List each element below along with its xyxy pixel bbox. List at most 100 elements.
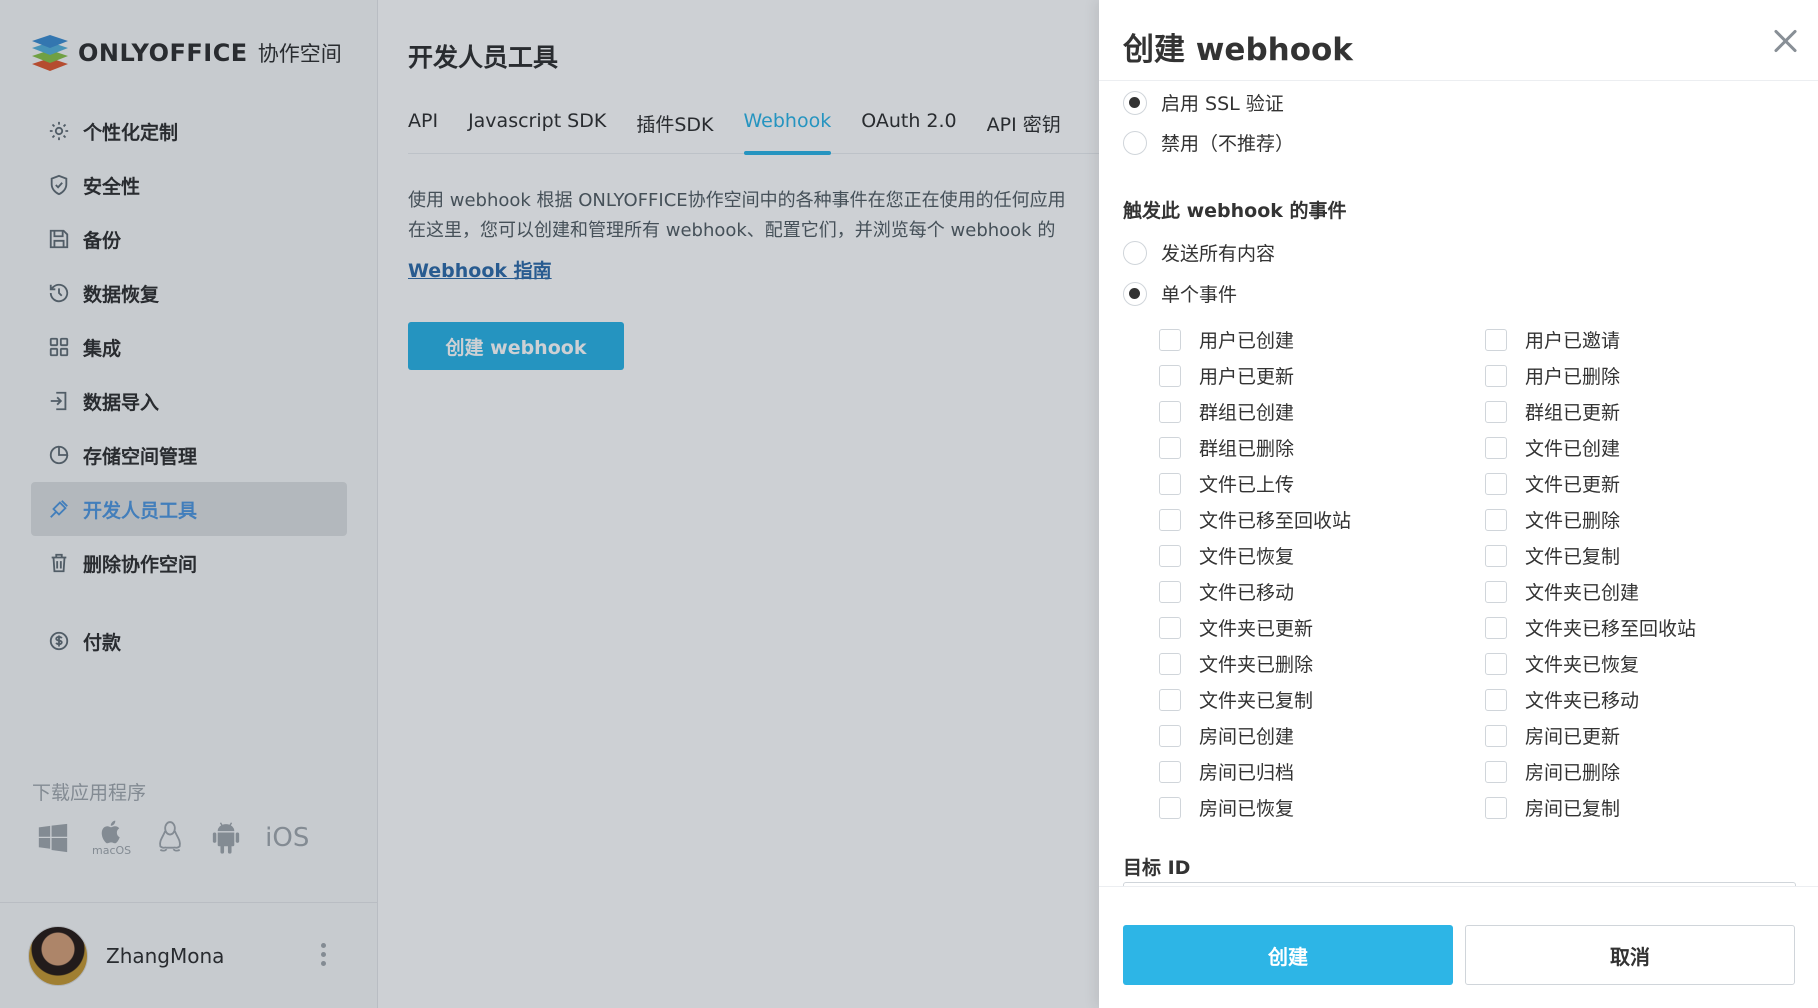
checkbox[interactable]	[1159, 364, 1181, 387]
checkbox[interactable]	[1159, 652, 1181, 675]
event-label: 文件已创建	[1525, 438, 1621, 460]
event-label: 文件夹已创建	[1525, 582, 1640, 604]
event-checkbox-item[interactable]: 文件已复制	[1485, 542, 1620, 569]
radio-button[interactable]	[1123, 281, 1147, 306]
event-checkbox-item[interactable]: 文件已更新	[1485, 470, 1620, 497]
radio-button[interactable]	[1123, 90, 1147, 115]
panel-footer: 创建 取消	[1099, 886, 1818, 1008]
checkbox[interactable]	[1159, 508, 1181, 531]
event-checkbox-item[interactable]: 文件夹已删除	[1159, 650, 1313, 677]
event-label: 房间已更新	[1525, 726, 1621, 748]
event-label: 文件夹已更新	[1199, 618, 1314, 640]
checkbox[interactable]	[1159, 796, 1181, 819]
checkbox[interactable]	[1485, 508, 1507, 531]
checkbox[interactable]	[1485, 580, 1507, 603]
checkbox[interactable]	[1159, 400, 1181, 423]
event-checkbox-item[interactable]: 用户已邀请	[1485, 326, 1620, 353]
ssl-disable-option[interactable]: 禁用（不推荐）	[1123, 129, 1294, 156]
event-checkbox-item[interactable]: 房间已删除	[1485, 758, 1620, 785]
event-checkbox-item[interactable]: 房间已创建	[1159, 722, 1294, 749]
radio-button[interactable]	[1123, 130, 1147, 155]
event-label: 房间已创建	[1199, 726, 1295, 748]
checkbox[interactable]	[1485, 760, 1507, 783]
checkbox[interactable]	[1485, 436, 1507, 459]
checkbox[interactable]	[1485, 724, 1507, 747]
checkbox[interactable]	[1485, 328, 1507, 351]
event-checkbox-item[interactable]: 文件已移至回收站	[1159, 506, 1351, 533]
checkbox[interactable]	[1485, 544, 1507, 567]
event-checkbox-item[interactable]: 房间已恢复	[1159, 794, 1294, 821]
event-checkbox-item[interactable]: 房间已复制	[1485, 794, 1620, 821]
event-label: 用户已邀请	[1525, 330, 1621, 352]
modal-backdrop[interactable]	[0, 0, 1099, 1008]
event-checkbox-item[interactable]: 房间已归档	[1159, 758, 1294, 785]
event-checkbox-item[interactable]: 文件夹已恢复	[1485, 650, 1639, 677]
cancel-button[interactable]: 取消	[1465, 925, 1795, 985]
event-checkbox-item[interactable]: 群组已创建	[1159, 398, 1294, 425]
event-label: 群组已创建	[1199, 402, 1295, 424]
checkbox[interactable]	[1159, 472, 1181, 495]
event-checkbox-item[interactable]: 文件已上传	[1159, 470, 1294, 497]
panel-header: 创建 webhook	[1099, 0, 1818, 81]
event-checkbox-item[interactable]: 文件夹已创建	[1485, 578, 1639, 605]
ssl-enable-option[interactable]: 启用 SSL 验证	[1123, 89, 1284, 116]
event-checkbox-item[interactable]: 用户已删除	[1485, 362, 1620, 389]
event-label: 文件已复制	[1525, 546, 1621, 568]
checkbox[interactable]	[1485, 616, 1507, 639]
event-checkbox-item[interactable]: 文件已创建	[1485, 434, 1620, 461]
event-checkbox-item[interactable]: 文件夹已更新	[1159, 614, 1313, 641]
checkbox[interactable]	[1485, 400, 1507, 423]
event-label: 用户已更新	[1199, 366, 1295, 388]
close-icon[interactable]	[1771, 26, 1801, 56]
checkbox[interactable]	[1485, 472, 1507, 495]
event-checkbox-item[interactable]: 用户已更新	[1159, 362, 1294, 389]
radio-label: 单个事件	[1161, 284, 1238, 306]
event-label: 房间已归档	[1199, 762, 1295, 784]
event-label: 文件夹已移至回收站	[1525, 618, 1697, 640]
event-checkbox-item[interactable]: 文件已移动	[1159, 578, 1294, 605]
checkbox[interactable]	[1485, 364, 1507, 387]
panel-body: 启用 SSL 验证 禁用（不推荐） 触发此 webhook 的事件 发送所有内容…	[1099, 81, 1818, 886]
radio-button[interactable]	[1123, 240, 1147, 265]
event-checkbox-item[interactable]: 文件夹已移动	[1485, 686, 1639, 713]
event-label: 文件已删除	[1525, 510, 1621, 532]
individual-events-option[interactable]: 单个事件	[1123, 280, 1237, 307]
event-checkbox-item[interactable]: 文件夹已移至回收站	[1485, 614, 1696, 641]
event-checkbox-item[interactable]: 用户已创建	[1159, 326, 1294, 353]
create-button[interactable]: 创建	[1123, 925, 1453, 985]
event-checkbox-item[interactable]: 群组已更新	[1485, 398, 1620, 425]
panel-title: 创建 webhook	[1123, 32, 1353, 68]
events-section-title: 触发此 webhook 的事件	[1123, 200, 1347, 222]
event-checkbox-item[interactable]: 文件已恢复	[1159, 542, 1294, 569]
event-checkbox-item[interactable]: 文件已删除	[1485, 506, 1620, 533]
checkbox[interactable]	[1159, 616, 1181, 639]
checkbox[interactable]	[1159, 544, 1181, 567]
checkbox[interactable]	[1159, 436, 1181, 459]
event-label: 文件夹已删除	[1199, 654, 1314, 676]
checkbox[interactable]	[1159, 688, 1181, 711]
checkbox[interactable]	[1485, 688, 1507, 711]
event-checkbox-item[interactable]: 房间已更新	[1485, 722, 1620, 749]
event-label: 文件已恢复	[1199, 546, 1295, 568]
checkbox[interactable]	[1159, 328, 1181, 351]
event-checkbox-item[interactable]: 群组已删除	[1159, 434, 1294, 461]
event-label: 文件夹已恢复	[1525, 654, 1640, 676]
event-checkbox-item[interactable]: 文件夹已复制	[1159, 686, 1313, 713]
event-label: 文件已移至回收站	[1199, 510, 1352, 532]
event-label: 用户已删除	[1525, 366, 1621, 388]
event-label: 群组已删除	[1199, 438, 1295, 460]
event-label: 房间已删除	[1525, 762, 1621, 784]
checkbox[interactable]	[1159, 760, 1181, 783]
checkbox[interactable]	[1159, 724, 1181, 747]
checkbox[interactable]	[1485, 796, 1507, 819]
event-label: 房间已恢复	[1199, 798, 1295, 820]
event-label: 群组已更新	[1525, 402, 1621, 424]
event-label: 文件已移动	[1199, 582, 1295, 604]
event-label: 文件夹已复制	[1199, 690, 1314, 712]
send-all-option[interactable]: 发送所有内容	[1123, 239, 1275, 266]
create-webhook-panel: 创建 webhook 启用 SSL 验证 禁用（不推荐） 触发此 webhook…	[1099, 0, 1818, 1008]
checkbox[interactable]	[1159, 580, 1181, 603]
event-label: 文件已上传	[1199, 474, 1295, 496]
radio-label: 发送所有内容	[1161, 243, 1276, 265]
checkbox[interactable]	[1485, 652, 1507, 675]
